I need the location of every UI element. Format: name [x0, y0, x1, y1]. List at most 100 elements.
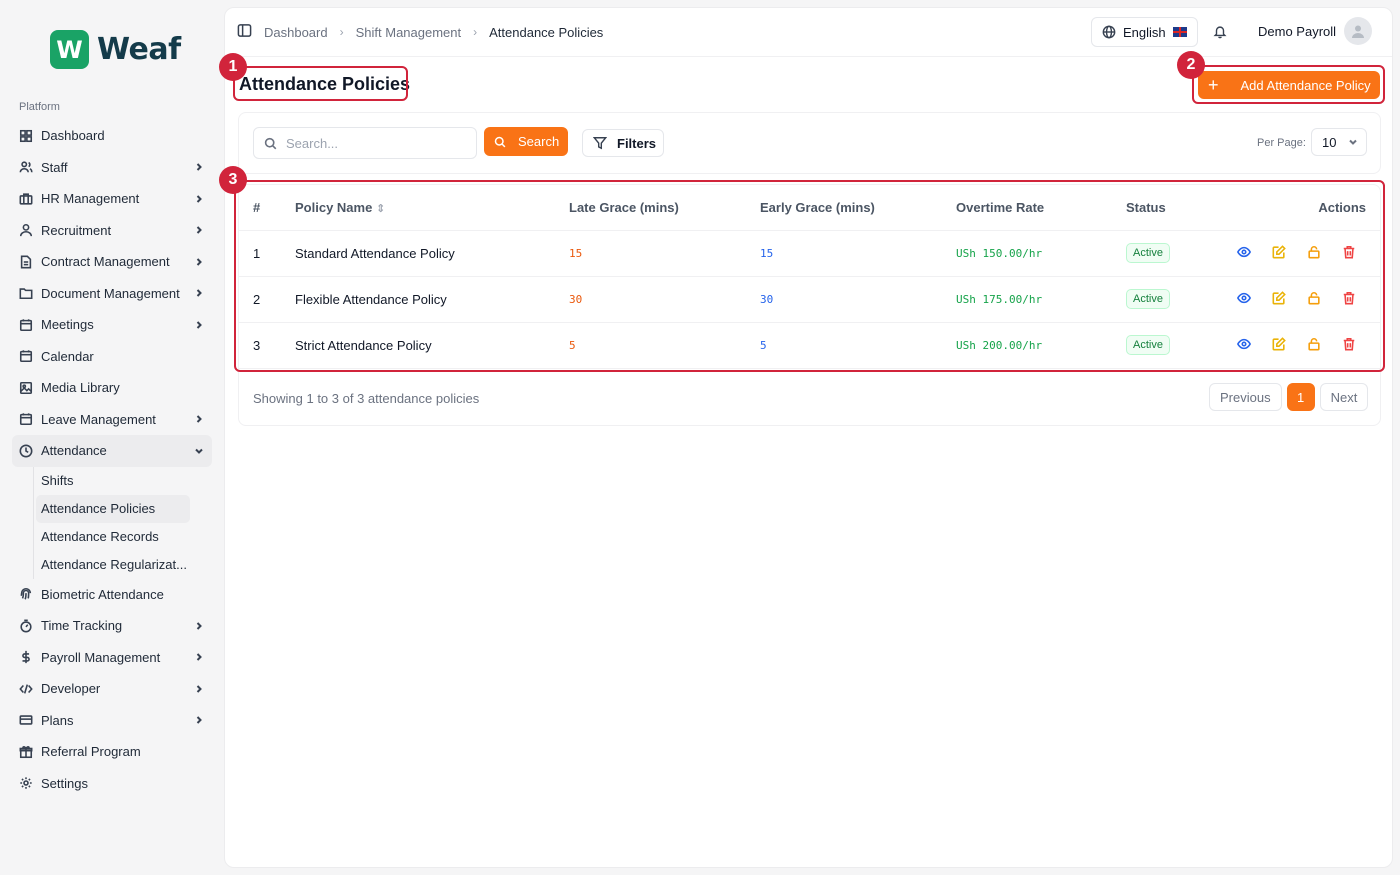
- sidebar-subitem-attendance-policies[interactable]: Attendance Policies: [36, 494, 190, 523]
- chevron-right-icon: [194, 288, 204, 298]
- chevron-right-icon: [194, 414, 204, 424]
- sidebar-item-label: Leave Management: [41, 411, 156, 427]
- sidebar-item-label: Settings: [41, 775, 88, 791]
- search-icon: [264, 137, 277, 149]
- sidebar-item-calendar[interactable]: Calendar: [12, 341, 212, 373]
- per-page-label: Per Page:: [1257, 137, 1306, 149]
- dollar-icon: [19, 650, 33, 664]
- sidebar-item-plans[interactable]: Plans: [12, 705, 212, 737]
- filters-button-label: Filters: [617, 135, 657, 151]
- chevron-down-icon: [194, 446, 204, 456]
- calendar-icon: [19, 318, 33, 332]
- top-bar: Dashboard › Shift Management › Attendanc…: [225, 8, 1392, 57]
- chevron-right-icon: ›: [473, 25, 478, 39]
- avatar: [1344, 17, 1373, 45]
- sidebar-item-settings[interactable]: Settings: [12, 768, 212, 800]
- bell-icon[interactable]: [1213, 24, 1227, 42]
- chevron-right-icon: [194, 257, 204, 267]
- chevron-right-icon: [194, 320, 204, 330]
- per-page-select[interactable]: 10: [1311, 128, 1367, 156]
- chevron-down-icon: [1349, 139, 1358, 145]
- filter-bar: Search... Search Filters Per Page: 10: [238, 112, 1381, 174]
- sidebar-section-label: Platform: [19, 101, 60, 113]
- search-icon: [494, 136, 506, 147]
- user-menu[interactable]: Demo Payroll: [1258, 17, 1373, 45]
- chevron-right-icon: [194, 621, 204, 631]
- sidebar: W Weaf Platform Dashboard Staff HR Managem…: [0, 0, 224, 875]
- sidebar-item-label: Plans: [41, 712, 74, 728]
- user-icon: [19, 223, 33, 237]
- sidebar-item-staff[interactable]: Staff: [12, 152, 212, 184]
- filters-button[interactable]: Filters: [582, 129, 664, 157]
- gift-icon: [19, 745, 33, 759]
- search-button-label: Search: [518, 134, 560, 149]
- sidebar-subitem-shifts[interactable]: Shifts: [36, 467, 190, 495]
- sidebar-item-dashboard[interactable]: Dashboard: [12, 120, 212, 152]
- card-icon: [19, 713, 33, 727]
- sidebar-item-payroll-management[interactable]: Payroll Management: [12, 642, 212, 674]
- sidebar-item-hr-management[interactable]: HR Management: [12, 183, 212, 215]
- chevron-right-icon: [194, 194, 204, 204]
- sidebar-item-biometric-attendance[interactable]: Biometric Attendance: [12, 579, 212, 611]
- sidebar-nav: Dashboard Staff HR Management Recruitment Co…: [12, 120, 212, 799]
- users-icon: [19, 160, 33, 174]
- sidebar-subitem-attendance-regularizat[interactable]: Attendance Regularizat...: [36, 551, 190, 579]
- chevron-right-icon: [194, 684, 204, 694]
- chevron-right-icon: [194, 162, 204, 172]
- uk-flag-icon: [1172, 27, 1187, 37]
- chevron-right-icon: ›: [339, 25, 344, 39]
- toggle-sidebar-icon[interactable]: [237, 23, 252, 41]
- chevron-right-icon: [194, 652, 204, 662]
- sidebar-item-label: Media Library: [41, 380, 120, 396]
- chevron-right-icon: [194, 225, 204, 235]
- sidebar-item-label: HR Management: [41, 191, 140, 207]
- sidebar-item-meetings[interactable]: Meetings: [12, 309, 212, 341]
- sidebar-subitem-attendance-records[interactable]: Attendance Records: [36, 523, 190, 551]
- annotation-box-3: [234, 180, 1385, 372]
- page-1-button[interactable]: 1: [1286, 383, 1315, 411]
- brand-logo[interactable]: W Weaf: [50, 30, 181, 69]
- sidebar-item-label: Dashboard: [41, 128, 105, 144]
- sidebar-item-label: Time Tracking: [41, 618, 123, 634]
- sidebar-item-attendance[interactable]: Attendance: [12, 435, 212, 467]
- logo-mark: W: [50, 30, 89, 69]
- gear-icon: [19, 776, 33, 790]
- sidebar-item-media-library[interactable]: Media Library: [12, 372, 212, 404]
- sidebar-item-time-tracking[interactable]: Time Tracking: [12, 610, 212, 642]
- search-placeholder: Search...: [286, 135, 339, 151]
- dashboard-icon: [19, 129, 33, 143]
- per-page-value: 10: [1322, 134, 1337, 150]
- folder-icon: [19, 286, 33, 300]
- attendance-submenu: Shifts Attendance Policies Attendance Reco…: [33, 466, 212, 579]
- timer-icon: [19, 619, 33, 633]
- sidebar-item-label: Biometric Attendance: [41, 586, 164, 602]
- globe-icon: [1102, 25, 1116, 39]
- file-icon: [19, 255, 33, 269]
- sidebar-item-contract-management[interactable]: Contract Management: [12, 246, 212, 278]
- breadcrumb-dashboard[interactable]: Dashboard: [264, 25, 328, 40]
- user-name: Demo Payroll: [1258, 23, 1337, 39]
- sidebar-item-developer[interactable]: Developer: [12, 673, 212, 705]
- image-icon: [19, 381, 33, 395]
- language-selector[interactable]: English: [1091, 17, 1198, 47]
- fingerprint-icon: [19, 587, 33, 601]
- sidebar-item-label: Developer: [41, 681, 101, 697]
- chevron-right-icon: [194, 715, 204, 725]
- previous-page-button[interactable]: Previous: [1209, 383, 1282, 411]
- main-panel: Dashboard › Shift Management › Attendanc…: [224, 7, 1393, 868]
- next-page-button[interactable]: Next: [1319, 383, 1369, 411]
- calendar-icon: [19, 349, 33, 363]
- sidebar-item-recruitment[interactable]: Recruitment: [12, 215, 212, 247]
- sidebar-item-document-management[interactable]: Document Management: [12, 278, 212, 310]
- clock-icon: [19, 444, 33, 458]
- pagination: Previous 1 Next: [1209, 383, 1369, 411]
- search-button[interactable]: Search: [484, 127, 568, 156]
- logo-text: Weaf: [97, 32, 181, 67]
- breadcrumb-shift-management[interactable]: Shift Management: [356, 25, 462, 40]
- breadcrumb-current: Attendance Policies: [489, 24, 604, 40]
- sidebar-item-label: Calendar: [41, 348, 94, 364]
- sidebar-item-label: Staff: [41, 159, 68, 175]
- search-input[interactable]: Search...: [253, 127, 477, 159]
- sidebar-item-leave-management[interactable]: Leave Management: [12, 404, 212, 436]
- sidebar-item-referral-program[interactable]: Referral Program: [12, 736, 212, 768]
